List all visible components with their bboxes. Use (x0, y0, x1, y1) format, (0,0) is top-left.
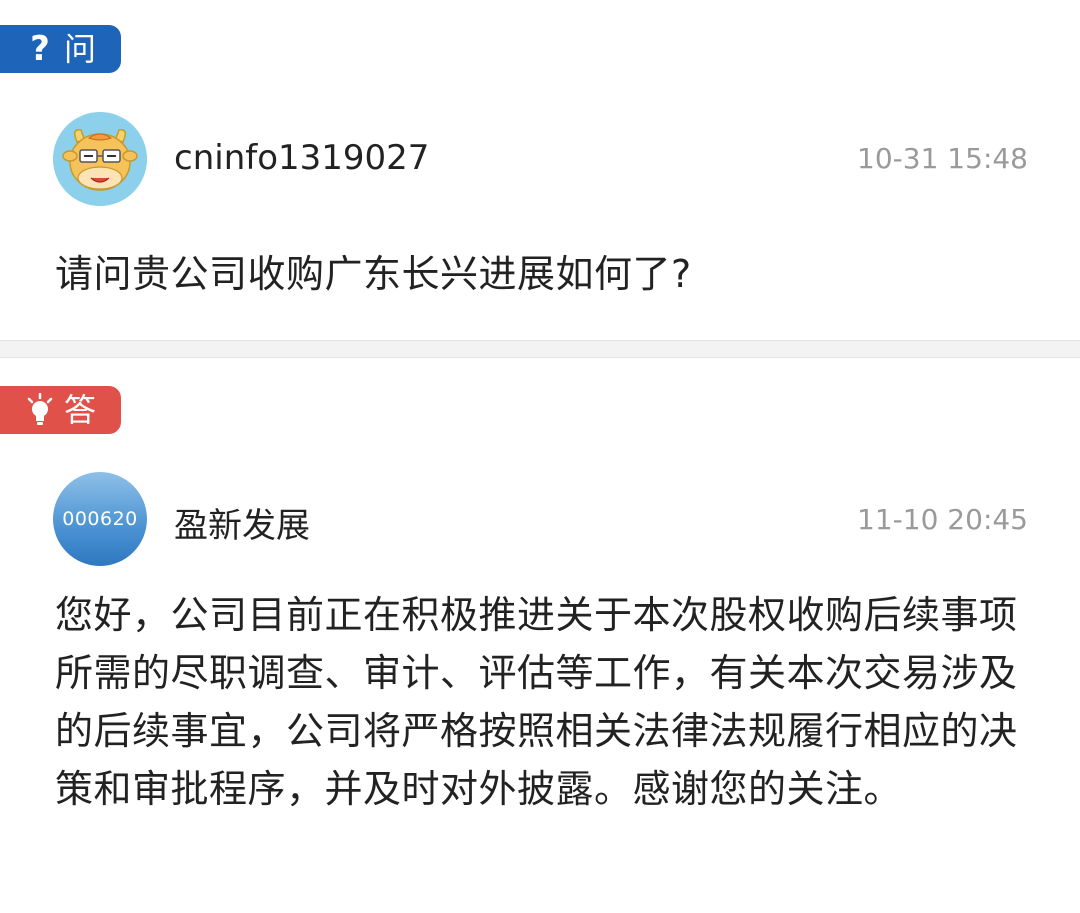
avatar[interactable] (53, 112, 147, 206)
question-text: 请问贵公司收购广东长兴进展如何了? (55, 252, 692, 296)
question-tag: ? 问 (0, 25, 121, 73)
question-section: ? 问 cninfo1319027 10-31 15:48 请问贵公司收购广东长… (0, 0, 1080, 340)
question-username[interactable]: cninfo1319027 (174, 138, 429, 178)
answer-tag-label: 答 (64, 391, 97, 429)
cartoon-cow-avatar-icon (53, 112, 147, 206)
question-mark-icon: ? (30, 29, 50, 69)
question-tag-label: 问 (64, 30, 97, 68)
answer-timestamp: 11-10 20:45 (857, 503, 1028, 536)
answer-text: 您好，公司目前正在积极推进关于本次股权收购后续事项所需的尽职调查、审计、评估等工… (55, 593, 1018, 811)
answer-section: 答 000620 盈新发展 11-10 20:45 您好，公司目前正在积极推进关… (0, 358, 1080, 913)
answer-username[interactable]: 盈新发展 (174, 498, 310, 547)
answer-tag: 答 (0, 386, 121, 434)
lightbulb-icon (26, 393, 54, 427)
question-timestamp: 10-31 15:48 (857, 142, 1028, 175)
section-divider (0, 340, 1080, 358)
company-avatar-code: 000620 (62, 508, 138, 530)
company-avatar[interactable]: 000620 (53, 472, 147, 566)
